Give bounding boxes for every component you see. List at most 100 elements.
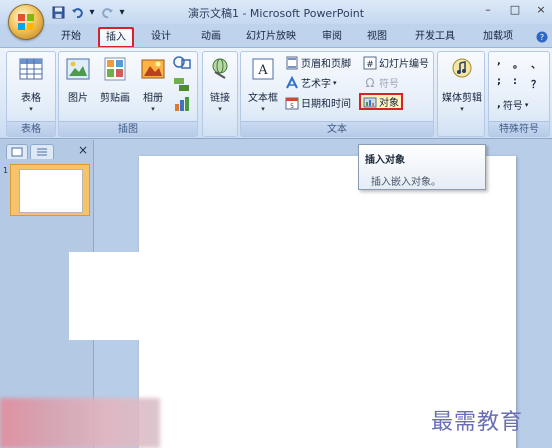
media-clip-button[interactable]: 媒体剪辑 ▾ xyxy=(440,56,484,113)
group-text: A 文本框 ▾ 页眉和页脚 艺术字 ▾ 5 日期和时间 # 幻灯片编号 Ω 符号 xyxy=(240,51,434,137)
dropdown-arrow-icon: ▾ xyxy=(460,105,464,113)
media-clip-icon xyxy=(452,58,472,78)
tooltip: 插入对象 插入嵌入对象。 xyxy=(358,144,486,190)
table-icon xyxy=(19,58,43,80)
dropdown-arrow-icon: ▾ xyxy=(261,105,265,113)
slide-number-label: 幻灯片编号 xyxy=(379,59,429,70)
symbol-mark-6[interactable]: ？ xyxy=(531,76,541,91)
panel-close-icon[interactable]: × xyxy=(78,143,88,157)
table-button-label: 表格 xyxy=(21,93,41,104)
maximize-button[interactable]: □ xyxy=(505,3,525,19)
tooltip-body: 插入嵌入对象。 xyxy=(371,177,441,188)
help-icon[interactable]: ? xyxy=(534,28,550,48)
svg-text:A: A xyxy=(257,63,268,78)
link-button[interactable]: 链接 ▾ xyxy=(205,56,235,113)
object-button[interactable]: 对象 xyxy=(359,93,403,110)
header-footer-icon xyxy=(286,56,298,69)
group-special-symbols: , 。 、 ; : ？ , 符号 ▾ 特殊符号 xyxy=(488,51,550,137)
group-links: 链接 ▾ xyxy=(202,51,238,137)
tab-insert[interactable]: 插入 xyxy=(98,27,134,48)
slides-tab[interactable] xyxy=(6,144,28,159)
minimize-button[interactable]: – xyxy=(478,3,498,19)
window-title: 演示文稿1 - Microsoft PowerPoint xyxy=(187,7,365,20)
dropdown-arrow-icon: ▾ xyxy=(218,105,222,113)
slide-number-button[interactable]: # 幻灯片编号 xyxy=(363,54,429,71)
tab-slideshow[interactable]: 幻灯片放映 xyxy=(240,28,302,48)
group-label-special: 特殊符号 xyxy=(489,121,549,136)
slide-thumbnail[interactable] xyxy=(10,164,90,216)
album-button-label: 相册 xyxy=(143,93,163,104)
slide-number-icon: # xyxy=(363,56,377,70)
ribbon: 表格 ▾ 表格 图片 剪贴画 相册 ▾ 插图 链接 ▾ A 文本框 ▾ 页眉和页… xyxy=(0,47,552,139)
slide-thumbnail-canvas xyxy=(19,169,83,213)
tab-home[interactable]: 开始 xyxy=(56,28,86,48)
dropdown-arrow-icon: ▾ xyxy=(151,105,155,113)
tab-animation[interactable]: 动画 xyxy=(196,28,226,48)
outline-tab-icon xyxy=(37,148,47,156)
shapes-icon xyxy=(173,56,191,69)
symbol-button[interactable]: Ω 符号 xyxy=(363,74,399,91)
bar-chart-icon xyxy=(175,97,189,111)
group-label-table: 表格 xyxy=(7,121,55,136)
smartart-icon xyxy=(174,78,189,91)
clipart-button[interactable]: 剪贴画 xyxy=(97,56,133,104)
picture-button[interactable]: 图片 xyxy=(63,56,93,104)
tab-addins[interactable]: 加载项 xyxy=(478,28,518,48)
header-footer-button[interactable]: 页眉和页脚 xyxy=(285,54,351,71)
smartart-button[interactable] xyxy=(173,76,195,94)
title-bar: ▾ ▾ 演示文稿1 - Microsoft PowerPoint – □ × xyxy=(0,0,552,24)
table-button[interactable]: 表格 ▾ xyxy=(13,56,49,113)
group-illustrations: 图片 剪贴画 相册 ▾ 插图 xyxy=(58,51,198,137)
calendar-icon: 5 xyxy=(285,97,299,110)
special-symbol-button[interactable]: , 符号 ▾ xyxy=(497,96,528,113)
tab-design[interactable]: 设计 xyxy=(146,28,176,48)
symbol-mark-1[interactable]: , xyxy=(497,56,501,67)
group-label-illustrations: 插图 xyxy=(59,121,197,136)
header-footer-label: 页眉和页脚 xyxy=(301,59,351,70)
dropdown-arrow-icon: ▾ xyxy=(333,78,337,87)
blurred-overlay xyxy=(0,398,160,448)
link-icon xyxy=(212,58,228,79)
group-label-text: 文本 xyxy=(241,121,433,136)
datetime-button[interactable]: 5 日期和时间 xyxy=(285,94,351,111)
group-media: 媒体剪辑 ▾ xyxy=(437,51,485,137)
office-button[interactable] xyxy=(8,4,44,40)
svg-text:?: ? xyxy=(540,33,544,42)
comma-icon: , xyxy=(497,99,501,110)
object-label: 对象 xyxy=(379,98,399,109)
object-icon xyxy=(363,97,377,107)
tab-developer[interactable]: 开发工具 xyxy=(410,28,460,48)
textbox-button-label: 文本框 xyxy=(248,93,278,104)
photo-album-icon xyxy=(141,59,165,79)
highlight-box xyxy=(98,27,134,48)
picture-button-label: 图片 xyxy=(68,93,88,104)
symbol-mark-5[interactable]: : xyxy=(513,76,517,87)
svg-text:5: 5 xyxy=(290,103,294,110)
clipart-icon xyxy=(104,57,126,81)
slides-tab-icon xyxy=(11,147,23,157)
wordart-button[interactable]: 艺术字 ▾ xyxy=(285,74,337,91)
symbol-mark-4[interactable]: ; xyxy=(497,76,501,87)
tab-view[interactable]: 视图 xyxy=(362,28,392,48)
symbol-mark-3[interactable]: 、 xyxy=(531,56,541,71)
omega-icon: Ω xyxy=(365,75,375,90)
chart-button[interactable] xyxy=(173,96,195,114)
dropdown-arrow-icon: ▾ xyxy=(29,105,33,113)
close-button[interactable]: × xyxy=(531,3,551,19)
group-table: 表格 ▾ 表格 xyxy=(6,51,56,137)
dropdown-arrow-icon: ▾ xyxy=(524,100,529,109)
svg-text:#: # xyxy=(366,60,374,70)
watermark: 最需教育 xyxy=(431,410,524,435)
slide-number: 1 xyxy=(3,166,9,175)
symbol-label: 符号 xyxy=(379,79,399,90)
album-button[interactable]: 相册 ▾ xyxy=(137,56,169,113)
symbol-mark-2[interactable]: 。 xyxy=(513,56,523,71)
datetime-label: 日期和时间 xyxy=(301,99,351,110)
tab-review[interactable]: 审阅 xyxy=(317,28,347,48)
textbox-icon: A xyxy=(252,58,274,80)
media-clip-label: 媒体剪辑 xyxy=(442,93,482,104)
textbox-button[interactable]: A 文本框 ▾ xyxy=(243,56,283,113)
shapes-button[interactable] xyxy=(173,55,195,73)
wordart-icon xyxy=(286,75,298,88)
outline-tab[interactable] xyxy=(30,144,54,159)
